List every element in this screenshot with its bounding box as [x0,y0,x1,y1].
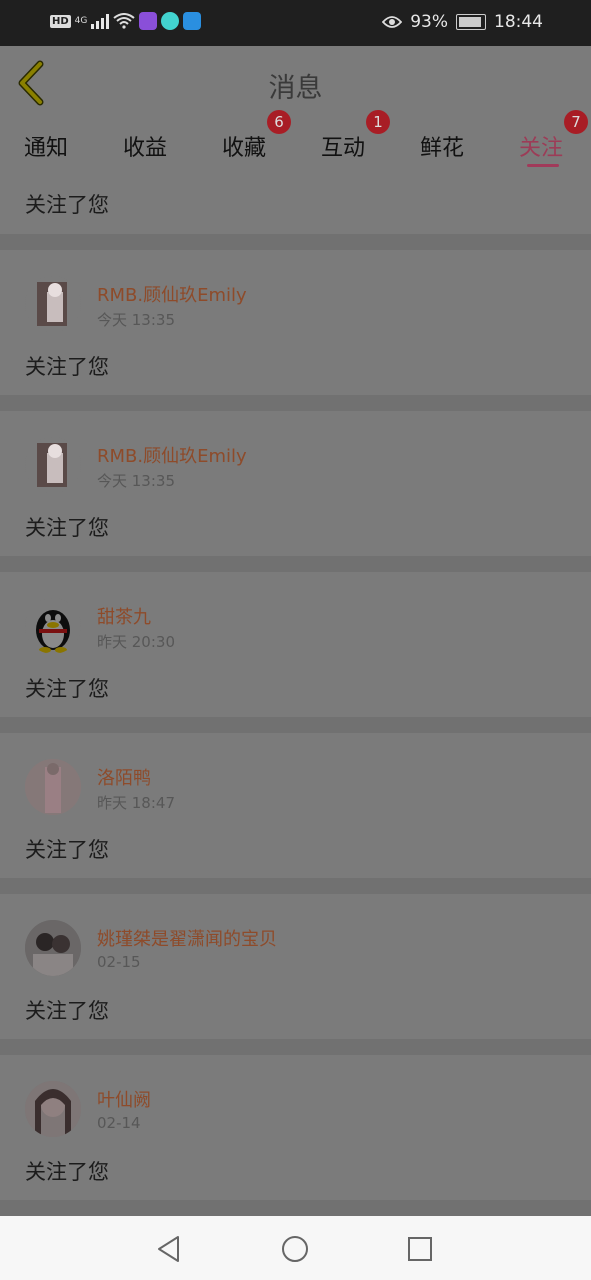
clock: 18:44 [494,12,543,32]
status-left: HD 4G [50,12,202,30]
network-type: 4G [74,16,88,26]
divider [0,1200,591,1216]
avatar[interactable] [25,1081,81,1137]
tab-follow[interactable]: 关注 [519,130,563,162]
user-name[interactable]: 叶仙阙 [97,1086,151,1112]
follow-badge: 7 [564,110,588,134]
divider [0,234,591,250]
avatar[interactable] [25,920,81,976]
video-app-icon [139,12,158,30]
list-item[interactable]: 叶仙阙 02-14 关注了您 [0,1055,591,1200]
tab-favorites[interactable]: 收藏 [222,130,266,162]
avatar[interactable] [25,276,81,332]
battery-icon [456,14,486,30]
tab-notice[interactable]: 通知 [24,130,68,162]
item-message: 关注了您 [25,193,109,217]
divider [0,878,591,894]
app-header: 消息 [0,46,591,119]
list-item[interactable]: 甜茶九 昨天 20:30 关注了您 [0,572,591,717]
interaction-badge: 1 [366,110,390,134]
avatar[interactable] [25,437,81,493]
user-name[interactable]: 甜茶九 [97,603,151,629]
item-time: 昨天 18:47 [97,794,175,812]
tab-bar: 通知 收益 收藏 6 互动 1 鲜花 关注 7 [0,110,591,174]
list-item[interactable]: RMB.顾仙玖Emily 今天 13:35 关注了您 [0,250,591,395]
item-message: 关注了您 [25,355,109,379]
item-time: 02-14 [97,1114,141,1132]
hotspot-app-icon [183,12,202,30]
avatar[interactable] [25,759,81,815]
item-message: 关注了您 [25,999,109,1023]
penguin-avatar[interactable] [25,598,81,654]
user-name[interactable]: RMB.顾仙玖Emily [97,442,247,468]
battery-percent: 93% [410,12,448,32]
user-name[interactable]: 洛陌鸭 [97,764,151,790]
wifi-icon [113,13,135,29]
chat-app-icon [161,12,180,30]
item-message: 关注了您 [25,838,109,862]
list-item[interactable]: 姚瑾桀是翟潇闻的宝贝 02-15 关注了您 [0,894,591,1039]
divider [0,717,591,733]
item-message: 关注了您 [25,516,109,540]
list-item[interactable]: RMB.顾仙玖Emily 今天 13:35 关注了您 [0,411,591,556]
divider [0,556,591,572]
system-nav-bar [0,1216,591,1280]
tab-earnings[interactable]: 收益 [123,130,167,162]
divider [0,395,591,411]
recents-square-icon[interactable] [405,1234,435,1264]
item-time: 02-15 [97,953,141,971]
eye-icon [382,16,403,28]
favorites-badge: 6 [267,110,291,134]
item-time: 今天 13:35 [97,472,175,490]
back-triangle-icon[interactable] [154,1234,184,1264]
user-name[interactable]: 姚瑾桀是翟潇闻的宝贝 [97,925,277,951]
list-item[interactable]: 洛陌鸭 昨天 18:47 关注了您 [0,733,591,878]
item-message: 关注了您 [25,677,109,701]
active-tab-indicator [527,164,559,167]
tab-flowers[interactable]: 鲜花 [420,130,464,162]
status-bar: HD 4G 93% 18:44 [0,0,591,46]
signal-icon [91,13,110,29]
divider [0,1039,591,1055]
page-title: 消息 [268,73,323,104]
hd-icon: HD [50,14,71,28]
item-time: 昨天 20:30 [97,633,175,651]
status-right: 93% 18:44 [382,12,543,32]
user-name[interactable]: RMB.顾仙玖Emily [97,281,247,307]
item-time: 今天 13:35 [97,311,175,329]
item-message: 关注了您 [25,1160,109,1184]
tab-interaction[interactable]: 互动 [321,130,365,162]
home-circle-icon[interactable] [280,1234,310,1264]
list-item[interactable]: 关注了您 [0,174,591,234]
